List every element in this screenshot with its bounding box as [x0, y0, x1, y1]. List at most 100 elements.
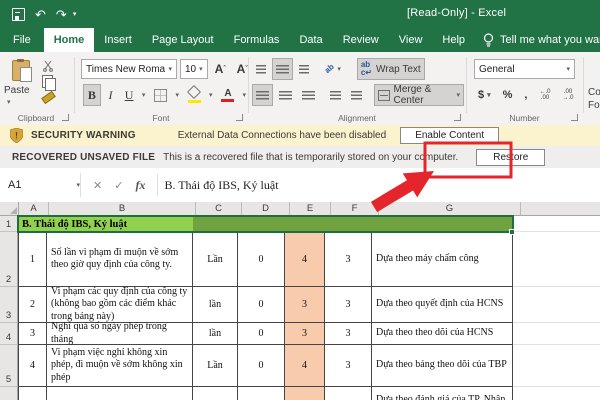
- column-header-h[interactable]: [521, 202, 600, 216]
- empty-cell[interactable]: [513, 387, 600, 400]
- cell-g5[interactable]: Dựa theo bảng theo dõi của TBP: [372, 345, 513, 387]
- row-header-6[interactable]: [0, 387, 18, 400]
- clipboard-dialog-launcher-icon[interactable]: [62, 114, 69, 121]
- cell-e6[interactable]: [285, 387, 325, 400]
- tab-file[interactable]: File: [0, 28, 44, 52]
- bold-button[interactable]: B: [83, 84, 101, 106]
- fill-handle[interactable]: [509, 229, 515, 235]
- increase-indent-button[interactable]: [347, 84, 366, 106]
- save-icon[interactable]: [12, 7, 25, 21]
- cell-f6[interactable]: [325, 387, 372, 400]
- column-header-b[interactable]: B: [49, 202, 196, 216]
- number-dialog-launcher-icon[interactable]: [571, 114, 578, 121]
- italic-button[interactable]: I: [102, 84, 120, 106]
- increase-decimal-button[interactable]: ←.0 .00: [535, 84, 554, 106]
- cell-b2[interactable]: Số lần vi phạm đi muộn về sớm theo giờ q…: [47, 232, 193, 287]
- section-title-cell-extension[interactable]: [193, 216, 513, 232]
- empty-cell[interactable]: [513, 323, 600, 345]
- alignment-dialog-launcher-icon[interactable]: [454, 114, 461, 121]
- name-box[interactable]: A1 ▾: [0, 173, 81, 197]
- cancel-icon[interactable]: ✕: [93, 179, 102, 192]
- cell-e5[interactable]: 4: [285, 345, 325, 387]
- font-color-dropdown-icon[interactable]: ▾: [242, 91, 246, 99]
- cell-b4[interactable]: Nghỉ quá số ngày phép trong tháng: [47, 321, 193, 345]
- font-name-select[interactable]: Times New Romar ▾: [81, 59, 177, 79]
- format-painter-icon[interactable]: [41, 90, 56, 105]
- decrease-indent-button[interactable]: [326, 84, 345, 106]
- row-header-2[interactable]: 2: [0, 232, 18, 287]
- cell-f3[interactable]: 3: [325, 287, 372, 323]
- cell-c6[interactable]: [193, 387, 238, 400]
- cell-b5[interactable]: Vi phạm việc nghỉ không xin phép, đi muộ…: [47, 345, 193, 387]
- tab-page-layout[interactable]: Page Layout: [142, 28, 224, 52]
- empty-cell[interactable]: [513, 287, 600, 323]
- row-header-5[interactable]: 5: [0, 345, 18, 387]
- cell-a6[interactable]: [18, 387, 47, 400]
- enter-icon[interactable]: ✓: [114, 179, 123, 192]
- fill-color-dropdown-icon[interactable]: ▾: [209, 91, 213, 99]
- column-header-f[interactable]: F: [331, 202, 379, 216]
- cell-d6[interactable]: [238, 387, 285, 400]
- cell-e4[interactable]: 3: [285, 323, 325, 345]
- currency-format-button[interactable]: $ ▾: [474, 84, 495, 106]
- cell-g6[interactable]: Dựa theo đánh giá của TP. Nhân Sự: [372, 387, 513, 400]
- cell-f5[interactable]: 3: [325, 345, 372, 387]
- paste-button[interactable]: Paste ▾: [4, 58, 38, 116]
- cell-a2[interactable]: 1: [18, 232, 47, 287]
- column-header-e[interactable]: E: [290, 202, 331, 216]
- empty-cell[interactable]: [513, 232, 600, 287]
- decrease-decimal-button[interactable]: .00 →.0: [559, 84, 578, 106]
- cell-c2[interactable]: Lần: [193, 232, 238, 287]
- cell-d5[interactable]: 0: [238, 345, 285, 387]
- cell-d3[interactable]: 0: [238, 287, 285, 323]
- cell-d2[interactable]: 0: [238, 232, 285, 287]
- cell-e3[interactable]: 3: [285, 287, 325, 323]
- redo-icon[interactable]: ↷: [56, 8, 67, 21]
- tell-me-box[interactable]: Tell me what you want to do: [475, 28, 600, 52]
- tab-insert[interactable]: Insert: [94, 28, 142, 52]
- font-color-button[interactable]: A: [217, 84, 238, 106]
- align-middle-button[interactable]: [272, 58, 293, 80]
- column-header-d[interactable]: D: [242, 202, 290, 216]
- font-size-select[interactable]: 10 ▾: [180, 59, 208, 79]
- borders-button[interactable]: [150, 84, 171, 106]
- formula-bar-value[interactable]: B. Thái độ IBS, Kỷ luật: [164, 178, 278, 193]
- undo-icon[interactable]: ↶: [35, 8, 46, 21]
- align-top-button[interactable]: [252, 58, 270, 80]
- underline-dropdown-icon[interactable]: ▾: [142, 91, 146, 99]
- select-all-corner[interactable]: [0, 202, 19, 216]
- empty-cell[interactable]: [513, 216, 600, 232]
- cell-a5[interactable]: 4: [18, 345, 47, 387]
- cell-c4[interactable]: lần: [193, 323, 238, 345]
- column-header-c[interactable]: C: [196, 202, 242, 216]
- cell-a4[interactable]: 3: [18, 323, 47, 345]
- tab-review[interactable]: Review: [333, 28, 389, 52]
- cell-g4[interactable]: Dựa theo theo dõi của HCNS: [372, 323, 513, 345]
- borders-dropdown-icon[interactable]: ▾: [175, 91, 179, 99]
- merge-center-button[interactable]: Merge & Center ▾: [374, 84, 464, 106]
- tab-view[interactable]: View: [389, 28, 433, 52]
- tab-data[interactable]: Data: [289, 28, 332, 52]
- section-title-cell[interactable]: B. Thái độ IBS, Kỷ luật: [18, 216, 193, 232]
- number-format-select[interactable]: General ▾: [474, 59, 575, 79]
- restore-button[interactable]: Restore: [476, 148, 546, 166]
- insert-function-icon[interactable]: fx: [135, 178, 145, 193]
- enable-content-button[interactable]: Enable Content: [400, 127, 500, 144]
- cut-icon[interactable]: [42, 60, 54, 72]
- copy-icon[interactable]: [42, 75, 56, 91]
- customize-quick-access-icon[interactable]: ▾: [73, 8, 77, 21]
- comma-format-button[interactable]: ,: [520, 84, 531, 106]
- align-center-button[interactable]: [275, 84, 296, 106]
- row-header-4[interactable]: 4: [0, 323, 18, 345]
- row-header-1[interactable]: 1: [0, 216, 18, 232]
- cell-c5[interactable]: Lần: [193, 345, 238, 387]
- wrap-text-button[interactable]: ab c↵ Wrap Text: [356, 58, 425, 80]
- empty-cell[interactable]: [513, 345, 600, 387]
- cell-b3[interactable]: Vi phạm các quy định của công ty (không …: [47, 286, 193, 323]
- cell-c3[interactable]: lần: [193, 287, 238, 323]
- cell-b6[interactable]: [47, 387, 193, 400]
- orientation-button[interactable]: ab ▾: [321, 58, 345, 80]
- align-left-button[interactable]: [252, 84, 273, 106]
- tab-home[interactable]: Home: [43, 28, 95, 52]
- tab-help[interactable]: Help: [432, 28, 475, 52]
